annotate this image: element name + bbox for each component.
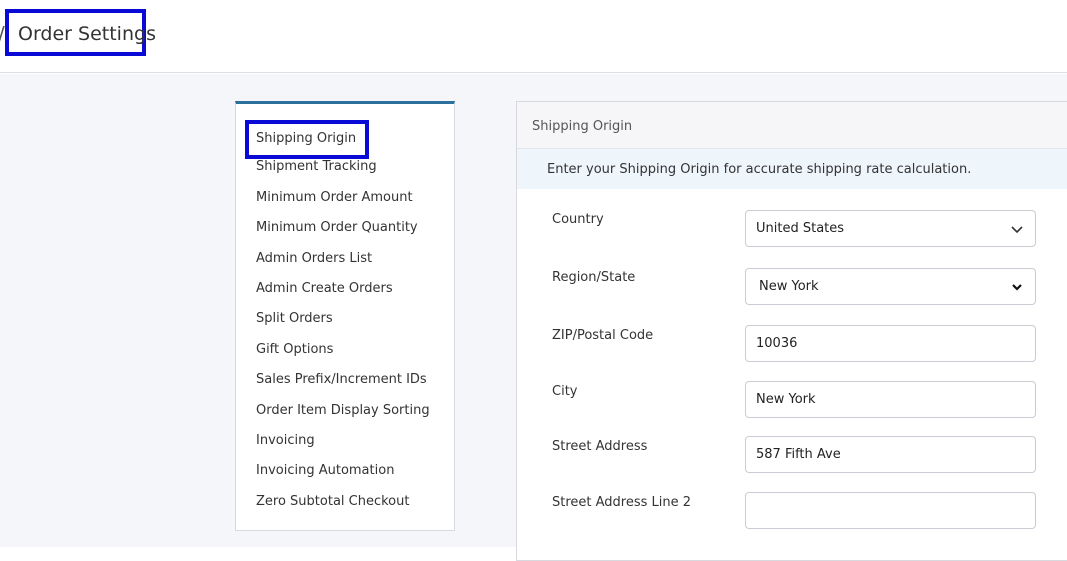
sidebar-item-gift-options[interactable]: Gift Options	[256, 342, 333, 357]
chevron-down-icon	[1012, 283, 1022, 291]
region-label: Region/State	[552, 270, 636, 285]
city-input[interactable]: New York	[745, 381, 1036, 418]
region-value: New York	[759, 279, 819, 294]
street-address-label: Street Address	[552, 439, 648, 454]
zip-input[interactable]: 10036	[745, 325, 1036, 362]
country-select[interactable]: United States	[745, 210, 1036, 247]
sidebar-item-admin-create-orders[interactable]: Admin Create Orders	[256, 281, 393, 296]
sidebar-item-order-item-display-sorting[interactable]: Order Item Display Sorting	[256, 403, 430, 418]
sidebar-item-admin-orders-list[interactable]: Admin Orders List	[256, 251, 372, 266]
page-header: / Order Settings	[0, 0, 1067, 73]
sidebar-item-shipping-origin[interactable]: Shipping Origin	[245, 120, 369, 159]
street-address-input[interactable]: 587 Fifth Ave	[745, 436, 1036, 473]
shipping-origin-panel: Shipping Origin Enter your Shipping Orig…	[516, 101, 1067, 561]
zip-label: ZIP/Postal Code	[552, 328, 654, 343]
sidebar-item-invoicing[interactable]: Invoicing	[256, 433, 315, 448]
sidebar-item-zero-subtotal-checkout[interactable]: Zero Subtotal Checkout	[256, 494, 409, 509]
country-value: United States	[756, 221, 845, 236]
panel-info-text: Enter your Shipping Origin for accurate …	[517, 149, 1067, 189]
sidebar-item-minimum-order-amount[interactable]: Minimum Order Amount	[256, 190, 413, 205]
sidebar-item-split-orders[interactable]: Split Orders	[256, 311, 333, 326]
page-title: Order Settings	[5, 9, 156, 56]
panel-title: Shipping Origin	[517, 102, 1067, 149]
sidebar-item-minimum-order-quantity[interactable]: Minimum Order Quantity	[256, 220, 418, 235]
street-address-line2-label: Street Address Line 2	[552, 495, 692, 510]
street-address-line2-input[interactable]	[745, 492, 1036, 529]
sidebar-item-shipment-tracking[interactable]: Shipment Tracking	[256, 159, 377, 174]
chevron-down-icon	[1011, 225, 1023, 233]
sidebar-item-invoicing-automation[interactable]: Invoicing Automation	[256, 463, 394, 478]
settings-sidebar: Shipping Origin Shipment Tracking Minimu…	[235, 101, 455, 531]
region-select[interactable]: New York	[745, 268, 1036, 305]
country-label: Country	[552, 212, 604, 227]
sidebar-item-sales-prefix[interactable]: Sales Prefix/Increment IDs	[256, 372, 427, 387]
city-label: City	[552, 384, 578, 399]
